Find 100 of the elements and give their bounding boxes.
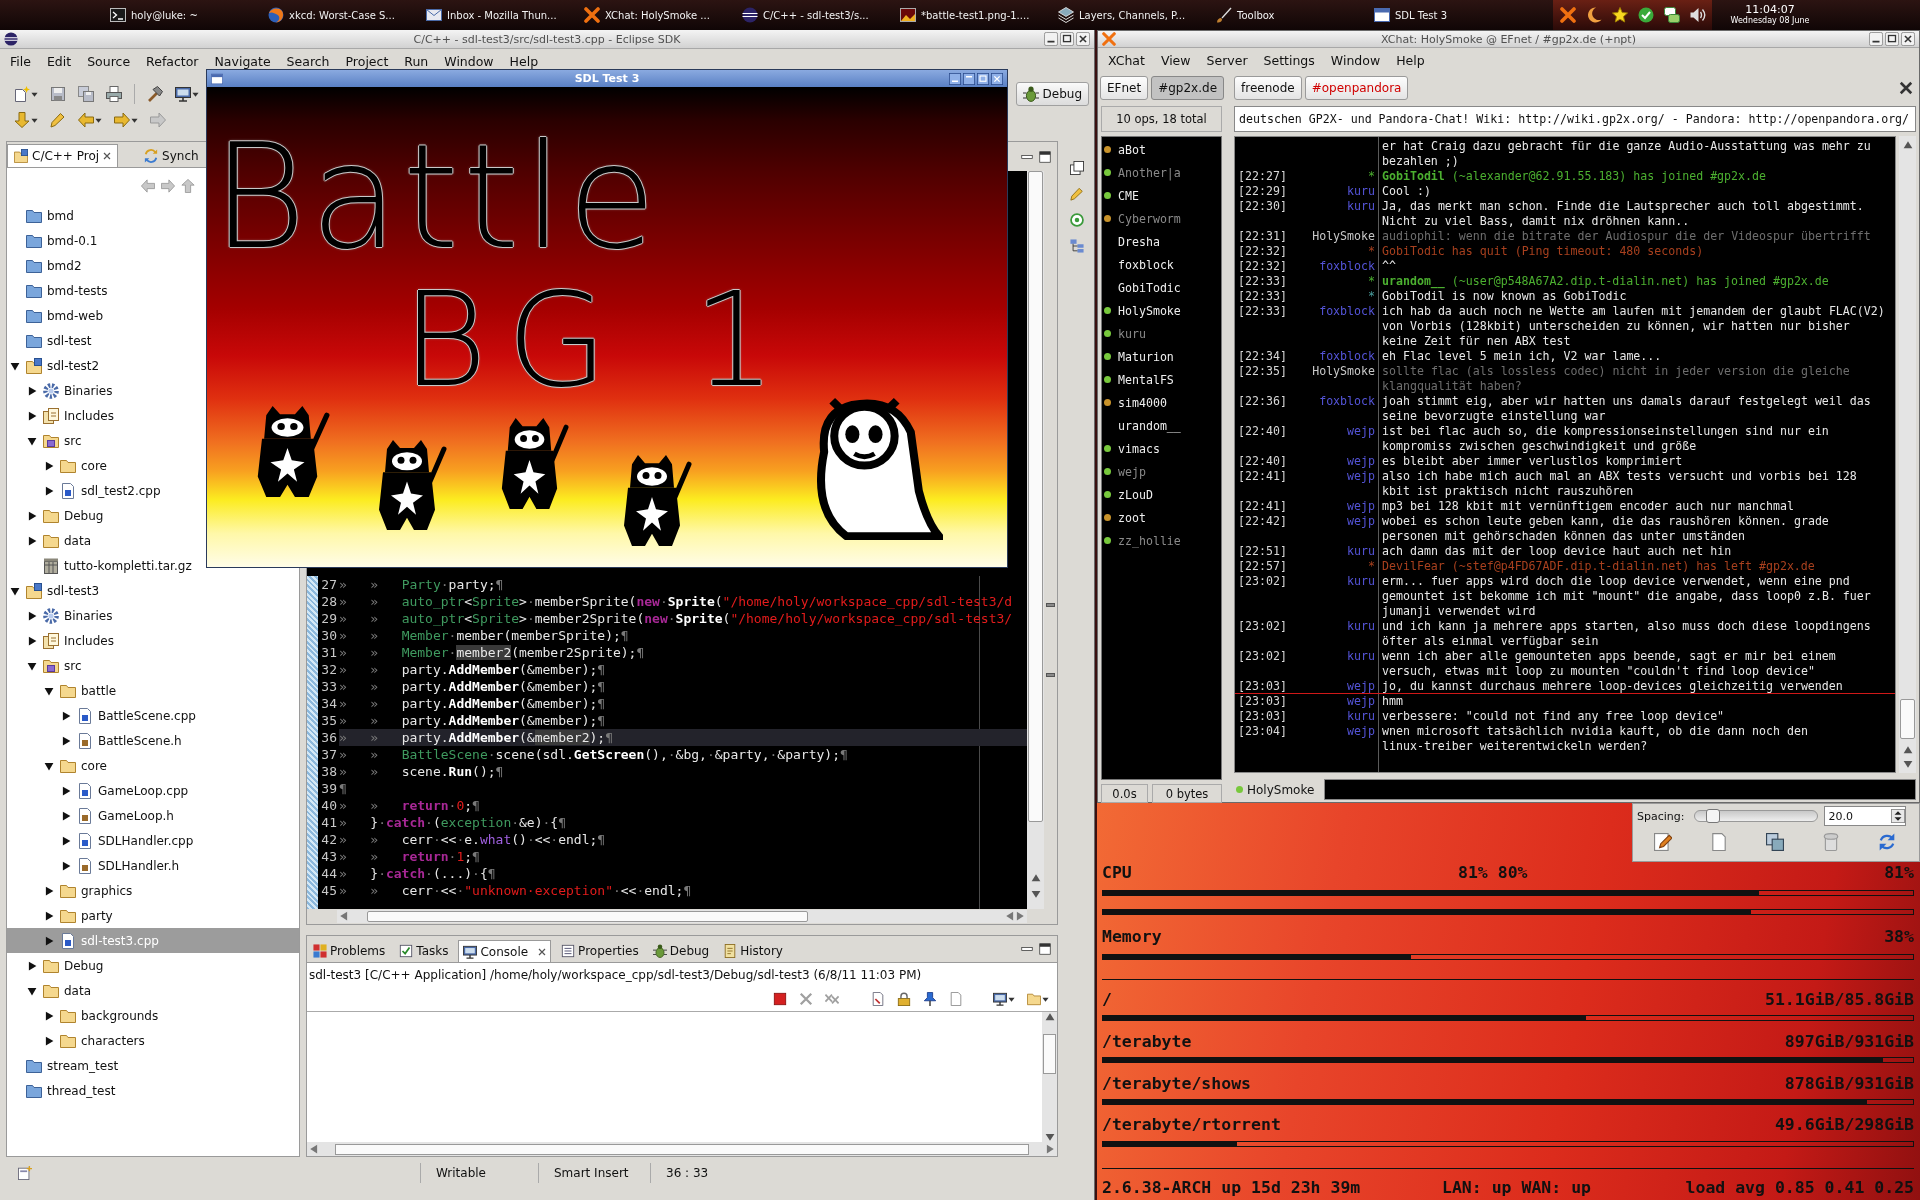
nick-list-item[interactable]: Dresha (1102, 230, 1221, 253)
maximize-icon[interactable] (1039, 943, 1051, 955)
envelope-icon[interactable] (426, 7, 442, 23)
arrow-right-icon[interactable] (114, 112, 130, 128)
message-nick[interactable]: kuru (1347, 544, 1375, 559)
view-tab[interactable]: Console (458, 940, 552, 962)
tree-item[interactable]: characters (7, 1028, 149, 1053)
nick-list-item[interactable]: zLouD (1102, 483, 1221, 506)
tree-item[interactable]: sdl-test2 (7, 353, 104, 378)
message-nick[interactable]: wejp (1347, 514, 1375, 544)
view-tab[interactable]: Synch (138, 144, 205, 167)
tree-item[interactable]: graphics (7, 878, 137, 903)
taskbar-item[interactable]: holy@luke: ~ (108, 2, 266, 28)
scrollbar[interactable] (1027, 171, 1044, 909)
tree-item[interactable]: Binaries (7, 603, 117, 628)
view-tab[interactable]: Tasks (395, 940, 453, 962)
tree-item[interactable]: BattleScene.h (7, 728, 186, 753)
triangle-left-icon[interactable] (309, 1144, 319, 1154)
triangle-up-icon[interactable] (1902, 745, 1913, 755)
nick-list-item[interactable]: zz_hollie (1102, 529, 1221, 552)
menu-item[interactable]: Source (79, 53, 139, 69)
caret-down-icon[interactable] (31, 90, 38, 98)
caret-right-icon[interactable] (44, 460, 54, 471)
nick-list-item[interactable]: aBot (1102, 138, 1221, 161)
taskbar-item[interactable]: Inbox - Mozilla Thun... (424, 2, 582, 28)
tree-item[interactable]: Debug (7, 953, 108, 978)
caret-right-icon[interactable] (44, 910, 54, 921)
caret-right-icon[interactable] (27, 385, 37, 396)
nick-list-item[interactable]: zoot (1102, 506, 1221, 529)
tree-item[interactable]: bmd-web (7, 303, 108, 328)
caret-down-icon[interactable] (27, 435, 37, 446)
tree-item[interactable]: sdl-test (7, 328, 96, 353)
sphere-icon[interactable] (742, 7, 758, 23)
close-icon[interactable] (991, 72, 1003, 85)
close-icon[interactable] (1901, 32, 1915, 46)
perspective-button[interactable]: Debug (1015, 82, 1089, 106)
taskbar-item[interactable]: C/C++ - sdl-test3/s... (740, 2, 898, 28)
message-nick[interactable]: * (1368, 244, 1375, 259)
message-nick[interactable]: kuru (1347, 709, 1375, 724)
nick-list-item[interactable]: vimacs (1102, 437, 1221, 460)
page-icon[interactable] (1710, 833, 1728, 851)
message-nick[interactable]: kuru (1347, 184, 1375, 199)
message-nick[interactable]: foxblock (1319, 259, 1375, 274)
menu-item[interactable]: File (2, 53, 39, 69)
arrow-left-icon[interactable] (78, 112, 94, 128)
triangle-down-icon[interactable] (1902, 759, 1913, 769)
spacing-slider[interactable] (1694, 810, 1819, 822)
maximize-icon[interactable] (1039, 150, 1051, 163)
nick-list-item[interactable]: Maturion (1102, 345, 1221, 368)
nick-list-item[interactable]: urandom__ (1102, 414, 1221, 437)
scrollbar-thumb[interactable] (1043, 1034, 1056, 1074)
nick-list-item[interactable]: GobiTodic (1102, 276, 1221, 299)
star-icon[interactable] (1611, 7, 1628, 23)
server-tab[interactable]: EFnet (1100, 76, 1149, 100)
spacing-field[interactable]: 20.0 (1824, 806, 1907, 826)
close-icon[interactable] (103, 152, 112, 160)
nick-list-item[interactable]: foxblock (1102, 253, 1221, 276)
caret-right-icon[interactable] (27, 410, 37, 421)
tree-item[interactable]: BattleScene.cpp (7, 703, 200, 728)
tree-item[interactable]: party (7, 903, 117, 928)
outline-icon[interactable] (1069, 239, 1084, 253)
close-icon[interactable] (1076, 32, 1090, 46)
triangle-up-icon[interactable] (1902, 140, 1913, 150)
triangle-left-icon[interactable] (339, 911, 349, 921)
message-nick[interactable]: * (1368, 289, 1375, 304)
monitor-icon[interactable] (993, 992, 1007, 1006)
speaker-icon[interactable] (1689, 7, 1706, 23)
restore-icon[interactable] (1069, 161, 1084, 175)
maximize-icon[interactable] (977, 72, 989, 85)
tree-item[interactable]: sdl_test2.cpp (7, 478, 165, 503)
scrollbar-thumb[interactable] (335, 1143, 1029, 1155)
tree-item[interactable]: bmd-0.1 (7, 228, 102, 253)
message-nick[interactable]: kuru (1347, 619, 1375, 649)
message-nick[interactable]: wejp (1347, 454, 1375, 469)
print-icon[interactable] (106, 86, 122, 102)
channel-tab[interactable]: #gp2x.de (1151, 76, 1225, 100)
message-nick[interactable]: foxblock (1319, 304, 1375, 349)
minimize-icon[interactable] (1044, 32, 1058, 46)
tree-item[interactable]: src (7, 428, 86, 453)
menu-item[interactable]: Refactor (138, 53, 207, 69)
message-input[interactable] (1324, 779, 1916, 800)
nick-list-item[interactable]: HolySmoke (1102, 299, 1221, 322)
tree-item[interactable]: stream_test (7, 1053, 123, 1078)
taskbar-item[interactable]: Toolbox (1214, 2, 1372, 28)
pencil-icon[interactable] (1654, 833, 1672, 851)
globe-icon[interactable] (268, 7, 284, 23)
menu-item[interactable]: Server (1198, 52, 1256, 68)
caret-down-icon[interactable] (44, 685, 54, 696)
arrow-down-icon[interactable] (14, 112, 30, 128)
caret-right-icon[interactable] (61, 860, 71, 871)
brush-icon[interactable] (1216, 7, 1232, 23)
message-nick[interactable]: kuru (1347, 574, 1375, 619)
message-nick[interactable]: wejp (1347, 679, 1375, 694)
new-file-icon[interactable] (14, 86, 30, 102)
layers-icon[interactable] (1058, 7, 1074, 23)
caret-down-icon[interactable] (10, 360, 20, 371)
terminal-icon[interactable] (110, 7, 126, 23)
scrollbar[interactable] (1899, 136, 1916, 773)
taskbar-item[interactable]: Layers, Channels, P... (1056, 2, 1214, 28)
scrollbar-thumb[interactable] (1900, 699, 1915, 739)
